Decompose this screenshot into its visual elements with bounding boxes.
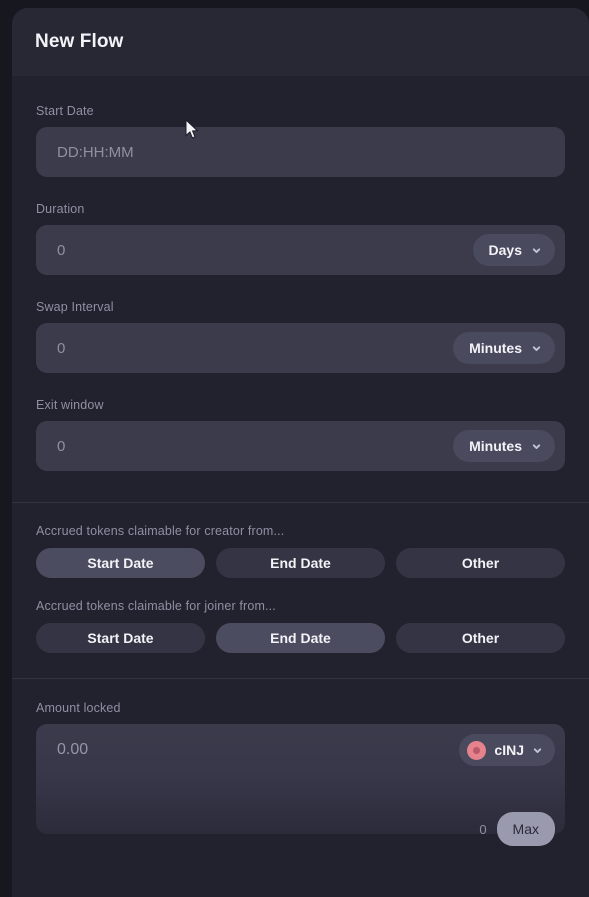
start-date-input[interactable]: DD:HH:MM [36,127,565,177]
creator-claim-option-other[interactable]: Other [396,548,565,578]
exit-window-unit-label: Minutes [469,438,522,454]
chevron-down-icon [533,747,542,753]
field-exit-window: Exit window 0 Minutes [36,373,565,471]
swap-interval-unit-label: Minutes [469,340,522,356]
joiner-claim-option-start-date[interactable]: Start Date [36,623,205,653]
joiner-claim-options: Start Date End Date Other [36,623,565,653]
creator-claim-label: Accrued tokens claimable for creator fro… [36,524,285,538]
field-start-date: Start Date DD:HH:MM [36,76,565,177]
amount-locked-label: Amount locked [36,701,121,715]
field-swap-interval: Swap Interval 0 Minutes [36,275,565,373]
swap-interval-input[interactable]: 0 Minutes [36,323,565,373]
duration-label: Duration [36,202,85,216]
joiner-claim-option-end-date[interactable]: End Date [216,623,385,653]
chevron-down-icon [532,247,541,253]
swap-interval-unit-dropdown[interactable]: Minutes [453,332,555,364]
exit-window-unit-dropdown[interactable]: Minutes [453,430,555,462]
balance-row: 0 Max [479,812,555,846]
amount-locked-input[interactable]: 0.00 cINJ 0 Max [36,724,565,846]
exit-window-value: 0 [57,437,66,455]
card-body: Start Date DD:HH:MM Duration 0 Days Swap… [12,76,589,846]
exit-window-input[interactable]: 0 Minutes [36,421,565,471]
chevron-down-icon [532,345,541,351]
creator-claim-options: Start Date End Date Other [36,548,565,578]
token-symbol-label: cINJ [494,742,524,758]
start-date-value: DD:HH:MM [57,143,134,161]
cinj-token-icon [467,740,487,760]
chevron-down-icon [532,443,541,449]
creator-claim-group: Accrued tokens claimable for creator fro… [36,503,565,578]
amount-locked-value: 0.00 [57,741,89,758]
start-date-label: Start Date [36,104,94,118]
joiner-claim-option-other[interactable]: Other [396,623,565,653]
max-button[interactable]: Max [496,812,555,846]
wallet-balance-value: 0 [479,821,487,837]
joiner-claim-group: Accrued tokens claimable for joiner from… [36,578,565,653]
duration-value: 0 [57,241,66,259]
amount-locked-row: 0.00 cINJ [57,724,555,776]
swap-interval-label: Swap Interval [36,300,114,314]
field-duration: Duration 0 Days [36,177,565,275]
card-header: New Flow [12,8,589,76]
app-root: New Flow Start Date DD:HH:MM Duration 0 … [0,0,589,897]
token-selector-dropdown[interactable]: cINJ [459,734,555,766]
exit-window-label: Exit window [36,398,104,412]
duration-unit-label: Days [488,242,522,258]
joiner-claim-label: Accrued tokens claimable for joiner from… [36,599,276,613]
duration-input[interactable]: 0 Days [36,225,565,275]
field-amount-locked: Amount locked 0.00 cINJ 0 Max [36,679,565,846]
creator-claim-option-end-date[interactable]: End Date [216,548,385,578]
new-flow-card: New Flow Start Date DD:HH:MM Duration 0 … [12,8,589,897]
swap-interval-value: 0 [57,339,66,357]
page-title: New Flow [35,31,124,52]
creator-claim-option-start-date[interactable]: Start Date [36,548,205,578]
duration-unit-dropdown[interactable]: Days [472,234,555,266]
